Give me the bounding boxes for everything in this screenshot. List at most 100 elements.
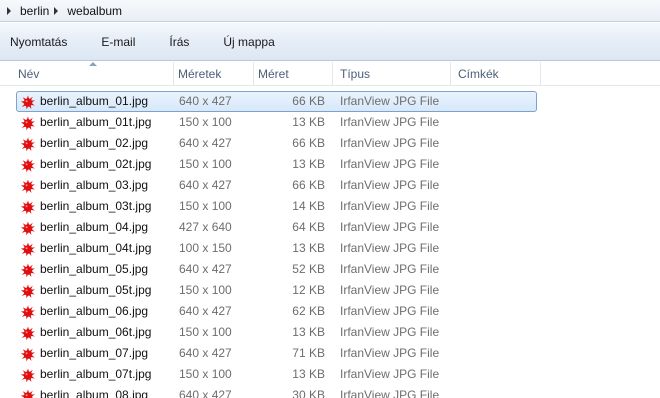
column-header-name[interactable]: Név — [0, 62, 174, 86]
column-header-size[interactable]: Méret — [254, 62, 333, 86]
file-row[interactable]: berlin_album_08.jpg 640 x 427 30 KB Irfa… — [0, 385, 660, 398]
breadcrumb-item-webalbum[interactable]: webalbum — [65, 4, 124, 18]
file-row[interactable]: berlin_album_07.jpg 640 x 427 71 KB Irfa… — [0, 343, 660, 364]
burn-button[interactable]: Írás — [162, 31, 196, 53]
file-type: IrfanView JPG File — [340, 283, 440, 297]
address-bar[interactable]: berlin webalbum — [0, 0, 660, 22]
file-type: IrfanView JPG File — [340, 325, 440, 339]
file-size: 30 KB — [292, 388, 325, 398]
column-header-type[interactable]: Típus — [333, 62, 451, 86]
file-row[interactable]: berlin_album_05.jpg 640 x 427 52 KB Irfa… — [0, 259, 660, 280]
file-type: IrfanView JPG File — [340, 346, 440, 360]
file-row[interactable]: berlin_album_01t.jpg 150 x 100 13 KB Irf… — [0, 112, 660, 133]
file-name[interactable]: berlin_album_07t.jpg — [40, 364, 151, 385]
irfanview-red-splat-icon — [20, 242, 35, 257]
file-name[interactable]: berlin_album_02t.jpg — [40, 154, 151, 175]
file-dimensions: 640 x 427 — [179, 388, 232, 398]
file-size: 64 KB — [292, 220, 325, 234]
file-name[interactable]: berlin_album_08.jpg — [40, 385, 148, 398]
file-dimensions: 640 x 427 — [179, 304, 232, 318]
file-size: 13 KB — [292, 157, 325, 171]
file-size: 14 KB — [292, 199, 325, 213]
file-type: IrfanView JPG File — [340, 178, 440, 192]
irfanview-red-splat-icon — [20, 179, 35, 194]
print-button[interactable]: Nyomtatás — [3, 31, 74, 53]
file-row[interactable]: berlin_album_04.jpg 427 x 640 64 KB Irfa… — [0, 217, 660, 238]
file-type: IrfanView JPG File — [340, 115, 440, 129]
file-row[interactable]: berlin_album_03.jpg 640 x 427 66 KB Irfa… — [0, 175, 660, 196]
file-name[interactable]: berlin_album_03.jpg — [40, 175, 148, 196]
file-name[interactable]: berlin_album_04.jpg — [40, 217, 148, 238]
file-name[interactable]: berlin_album_01.jpg — [40, 91, 148, 112]
column-header-tags-label: Címkék — [458, 67, 499, 81]
file-dimensions: 100 x 150 — [179, 241, 232, 255]
irfanview-red-splat-icon — [20, 305, 35, 320]
file-type: IrfanView JPG File — [340, 94, 440, 108]
file-dimensions: 640 x 427 — [179, 178, 232, 192]
file-row[interactable]: berlin_album_02.jpg 640 x 427 66 KB Irfa… — [0, 133, 660, 154]
file-row[interactable]: berlin_album_05t.jpg 150 x 100 12 KB Irf… — [0, 280, 660, 301]
file-dimensions: 640 x 427 — [179, 136, 232, 150]
column-header-name-label: Név — [18, 67, 40, 81]
file-type: IrfanView JPG File — [340, 157, 440, 171]
irfanview-red-splat-icon — [20, 368, 35, 383]
file-type: IrfanView JPG File — [340, 241, 440, 255]
file-size: 71 KB — [292, 346, 325, 360]
sort-ascending-icon — [89, 62, 97, 66]
irfanview-red-splat-icon — [20, 347, 35, 362]
irfanview-red-splat-icon — [20, 389, 35, 398]
file-row[interactable]: berlin_album_02t.jpg 150 x 100 13 KB Irf… — [0, 154, 660, 175]
file-type: IrfanView JPG File — [340, 220, 440, 234]
file-list: berlin_album_01.jpg 640 x 427 66 KB Irfa… — [0, 91, 660, 398]
irfanview-red-splat-icon — [20, 95, 35, 110]
file-name[interactable]: berlin_album_04t.jpg — [40, 238, 151, 259]
file-name[interactable]: berlin_album_05.jpg — [40, 259, 148, 280]
file-type: IrfanView JPG File — [340, 136, 440, 150]
file-dimensions: 150 x 100 — [179, 367, 232, 381]
breadcrumb-chevron-icon[interactable] — [7, 6, 11, 15]
breadcrumb-chevron-icon[interactable] — [54, 6, 59, 15]
file-size: 13 KB — [292, 367, 325, 381]
file-name[interactable]: berlin_album_02.jpg — [40, 133, 148, 154]
file-row[interactable]: berlin_album_01.jpg 640 x 427 66 KB Irfa… — [0, 91, 660, 112]
column-header-size-label: Méret — [258, 67, 289, 81]
file-row[interactable]: berlin_album_03t.jpg 150 x 100 14 KB Irf… — [0, 196, 660, 217]
email-button[interactable]: E-mail — [94, 31, 142, 53]
irfanview-red-splat-icon — [20, 221, 35, 236]
file-dimensions: 150 x 100 — [179, 115, 232, 129]
file-row[interactable]: berlin_album_07t.jpg 150 x 100 13 KB Irf… — [0, 364, 660, 385]
column-headers: Név Méretek Méret Típus Címkék — [0, 62, 660, 86]
file-name[interactable]: berlin_album_05t.jpg — [40, 280, 151, 301]
file-size: 66 KB — [292, 94, 325, 108]
new-folder-button[interactable]: Új mappa — [216, 31, 281, 53]
irfanview-red-splat-icon — [20, 263, 35, 278]
file-dimensions: 640 x 427 — [179, 94, 232, 108]
irfanview-red-splat-icon — [20, 158, 35, 173]
breadcrumb-item-berlin[interactable]: berlin — [18, 4, 51, 18]
file-size: 52 KB — [292, 262, 325, 276]
file-size: 66 KB — [292, 136, 325, 150]
file-type: IrfanView JPG File — [340, 262, 440, 276]
file-name[interactable]: berlin_album_01t.jpg — [40, 112, 151, 133]
column-header-tags[interactable]: Címkék — [451, 62, 541, 86]
file-dimensions: 640 x 427 — [179, 346, 232, 360]
file-dimensions: 427 x 640 — [179, 220, 232, 234]
file-size: 13 KB — [292, 325, 325, 339]
file-name[interactable]: berlin_album_07.jpg — [40, 343, 148, 364]
irfanview-red-splat-icon — [20, 116, 35, 131]
column-header-type-label: Típus — [340, 67, 371, 81]
column-header-dimensions[interactable]: Méretek — [174, 62, 254, 86]
file-name[interactable]: berlin_album_03t.jpg — [40, 196, 151, 217]
file-name[interactable]: berlin_album_06.jpg — [40, 301, 148, 322]
file-dimensions: 640 x 427 — [179, 262, 232, 276]
file-size: 13 KB — [292, 115, 325, 129]
file-row[interactable]: berlin_album_06t.jpg 150 x 100 13 KB Irf… — [0, 322, 660, 343]
irfanview-red-splat-icon — [20, 326, 35, 341]
file-dimensions: 150 x 100 — [179, 283, 232, 297]
file-type: IrfanView JPG File — [340, 367, 440, 381]
file-row[interactable]: berlin_album_04t.jpg 100 x 150 13 KB Irf… — [0, 238, 660, 259]
file-row[interactable]: berlin_album_06.jpg 640 x 427 62 KB Irfa… — [0, 301, 660, 322]
file-size: 13 KB — [292, 241, 325, 255]
file-size: 62 KB — [292, 304, 325, 318]
file-name[interactable]: berlin_album_06t.jpg — [40, 322, 151, 343]
